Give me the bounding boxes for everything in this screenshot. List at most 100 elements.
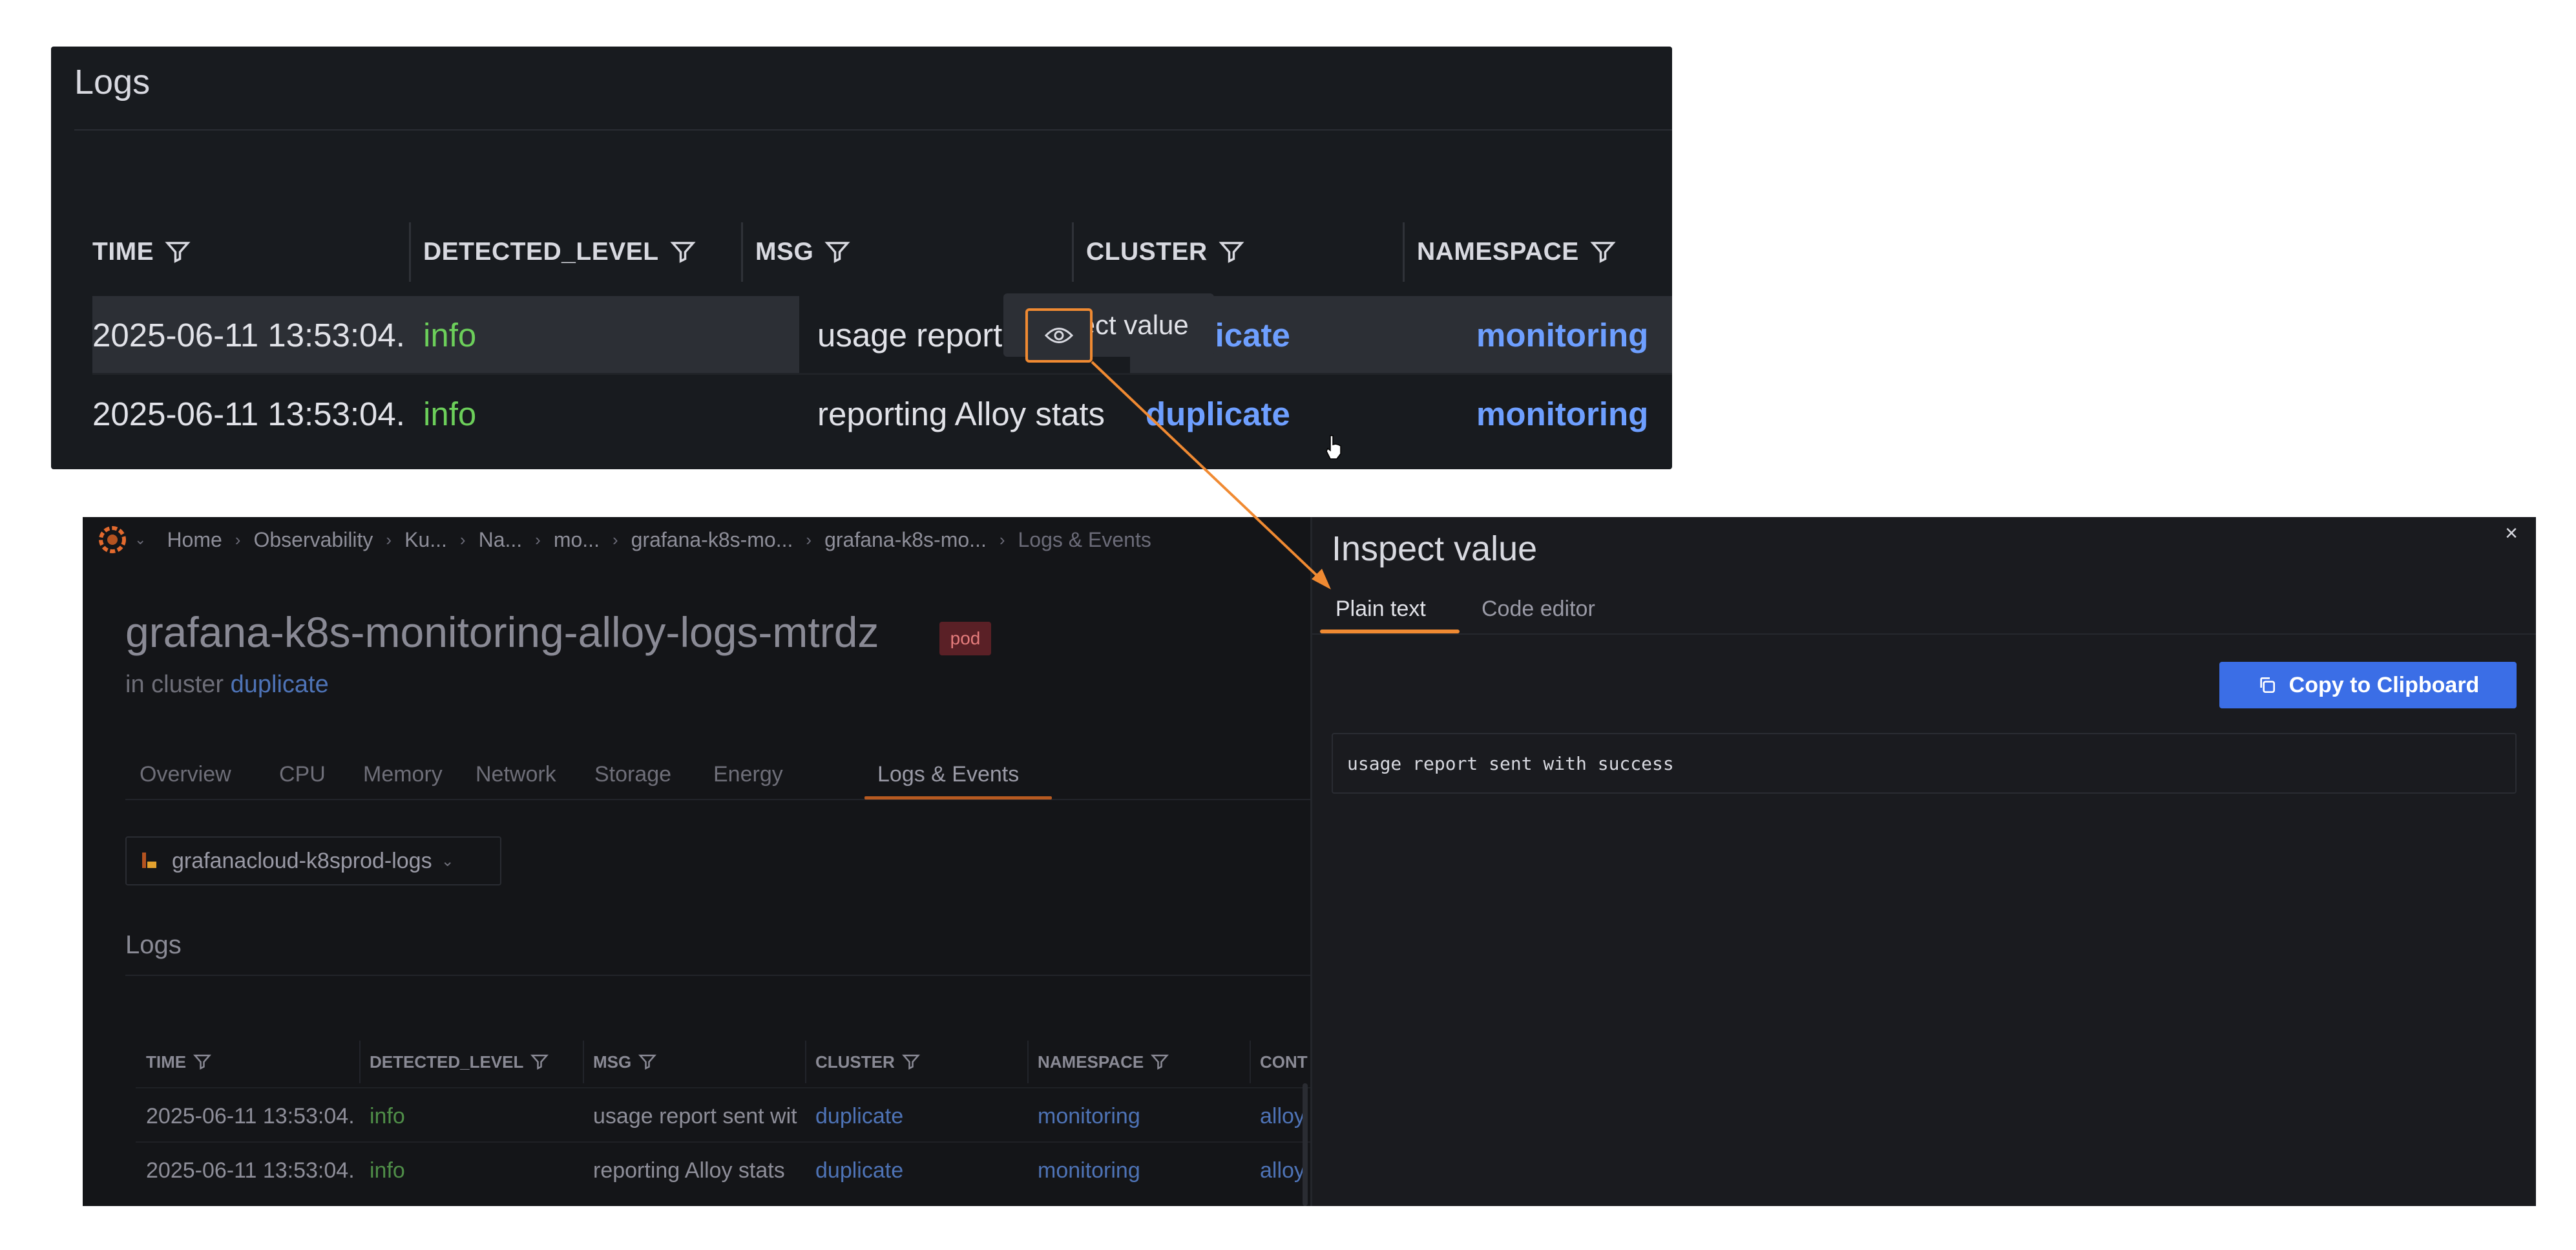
copy-button-label: Copy to Clipboard — [2288, 672, 2480, 697]
logs-panel-title: Logs — [125, 931, 182, 959]
tab-logs-events[interactable]: Logs & Events — [877, 748, 1019, 800]
zoom-header-cluster[interactable]: CLUSTER — [1086, 213, 1245, 291]
drawer-tabs-divider — [1312, 633, 2536, 635]
header-cluster[interactable]: CLUSTER — [815, 1046, 921, 1078]
active-tab-indicator — [864, 796, 1052, 800]
chevron-right-icon: › — [386, 529, 392, 549]
tab-energy[interactable]: Energy — [713, 748, 783, 800]
namespace-link[interactable]: monitoring — [1038, 1148, 1140, 1193]
tab-storage[interactable]: Storage — [594, 748, 671, 800]
column-separator[interactable] — [741, 222, 743, 282]
datasource-picker[interactable]: grafanacloud-k8sprod-logs ⌄ — [125, 836, 501, 885]
breadcrumb-item[interactable]: grafana-k8s-mo... — [824, 528, 987, 552]
tab-plain-text[interactable]: Plain text — [1335, 588, 1426, 630]
copy-to-clipboard-button[interactable]: Copy to Clipboard — [2219, 662, 2517, 708]
zoom-header-detected-level[interactable]: DETECTED_LEVEL — [423, 213, 696, 291]
drawer-title: Inspect value — [1332, 529, 1538, 568]
tabs-divider — [125, 799, 1353, 800]
filter-icon[interactable] — [638, 1052, 657, 1072]
breadcrumb-item[interactable]: mo... — [554, 528, 600, 552]
datasource-name: grafanacloud-k8sprod-logs — [172, 848, 432, 873]
level-cell: info — [423, 316, 477, 354]
inspect-value-drawer: Inspect value × Plain text Code editor C… — [1310, 517, 2536, 1206]
msg-cell[interactable]: usage report sent wit — [593, 1094, 797, 1139]
table-row[interactable]: 2025-06-11 13:53:04. info reporting Allo… — [92, 375, 1672, 452]
filter-icon[interactable] — [164, 238, 191, 266]
grafana-logo-icon[interactable] — [96, 523, 129, 556]
time-cell: 2025-06-11 13:53:04. — [92, 316, 405, 354]
tab-memory[interactable]: Memory — [363, 748, 443, 800]
cluster-link[interactable]: duplicate — [1146, 375, 1290, 452]
tab-overview[interactable]: Overview — [140, 748, 231, 800]
tab-cpu[interactable]: CPU — [279, 748, 326, 800]
copy-icon — [2260, 677, 2275, 693]
header-time[interactable]: TIME — [146, 1046, 212, 1078]
zoom-header-time[interactable]: TIME — [92, 213, 191, 291]
filter-icon[interactable] — [901, 1052, 921, 1072]
status-badge: pod — [939, 622, 991, 655]
filter-icon[interactable] — [669, 238, 696, 266]
zoomed-logs-panel: Logs TIME DETECTED_LEVEL MSG CLUSTER NAM… — [51, 47, 1672, 469]
loki-datasource-icon — [142, 853, 156, 868]
inspect-value-button[interactable] — [1025, 308, 1093, 363]
breadcrumb-item[interactable]: grafana-k8s-mo... — [631, 528, 793, 552]
close-icon[interactable]: × — [2505, 521, 2518, 546]
msg-cell[interactable]: reporting Alloy stats — [817, 375, 1105, 452]
chevron-right-icon: › — [806, 529, 812, 549]
table-row[interactable]: 2025-06-11 13:53:04. info usage report s… — [92, 296, 1672, 374]
filter-icon[interactable] — [824, 238, 851, 266]
breadcrumb-item[interactable]: Home — [167, 528, 222, 552]
cluster-link[interactable]: duplicate — [815, 1094, 903, 1139]
level-cell: info — [423, 395, 477, 432]
header-container[interactable]: CONT — [1260, 1046, 1308, 1078]
hand-cursor-icon — [1326, 435, 1341, 460]
filter-icon[interactable] — [530, 1052, 549, 1072]
column-separator[interactable] — [583, 1041, 584, 1083]
header-detected-level[interactable]: DETECTED_LEVEL — [370, 1046, 549, 1078]
filter-icon[interactable] — [1218, 238, 1245, 266]
column-separator[interactable] — [1250, 1041, 1251, 1083]
column-separator[interactable] — [359, 1041, 361, 1083]
eye-icon — [1045, 328, 1073, 343]
chevron-right-icon: › — [235, 529, 241, 549]
active-tab-indicator — [1320, 630, 1460, 633]
namespace-link[interactable]: monitoring — [1476, 296, 1648, 374]
zoom-header-namespace[interactable]: NAMESPACE — [1417, 213, 1617, 291]
header-msg[interactable]: MSG — [593, 1046, 657, 1078]
container-link[interactable]: alloy — [1260, 1148, 1305, 1193]
tab-network[interactable]: Network — [476, 748, 556, 800]
header-namespace[interactable]: NAMESPACE — [1038, 1046, 1169, 1078]
container-link[interactable]: alloy — [1260, 1094, 1305, 1139]
zoom-header-msg[interactable]: MSG — [755, 213, 851, 291]
filter-icon[interactable] — [193, 1052, 212, 1072]
row-divider — [136, 1087, 1363, 1088]
column-separator[interactable] — [1403, 222, 1405, 282]
breadcrumb-item[interactable]: Observability — [253, 528, 373, 552]
breadcrumb-item[interactable]: Na... — [479, 528, 523, 552]
zoom-logs-title: Logs — [74, 63, 151, 101]
vertical-scrollbar[interactable] — [1303, 1083, 1308, 1206]
chevron-right-icon: › — [999, 529, 1005, 549]
tab-code-editor[interactable]: Code editor — [1482, 588, 1595, 630]
page-tabs: Overview CPU Memory Network Storage Ener… — [125, 748, 1353, 800]
breadcrumb-item[interactable]: Ku... — [404, 528, 447, 552]
column-separator[interactable] — [1027, 1041, 1029, 1083]
row-divider — [136, 1141, 1363, 1143]
cluster-link[interactable]: duplicate — [815, 1148, 903, 1193]
cluster-link[interactable]: duplicate — [231, 671, 329, 698]
value-display[interactable]: usage report sent with success — [1332, 733, 2517, 794]
msg-cell[interactable]: reporting Alloy stats — [593, 1148, 785, 1193]
time-cell: 2025-06-11 13:53:04. — [146, 1158, 355, 1183]
page-subtitle: in cluster duplicate — [125, 671, 329, 699]
column-separator[interactable] — [1072, 222, 1074, 282]
column-separator[interactable] — [805, 1041, 806, 1083]
namespace-link[interactable]: monitoring — [1038, 1094, 1140, 1139]
filter-icon[interactable] — [1589, 238, 1617, 266]
time-cell: 2025-06-11 13:53:04. — [146, 1103, 355, 1128]
chevron-down-icon[interactable]: ⌄ — [134, 531, 146, 548]
column-separator[interactable] — [409, 222, 411, 282]
filter-icon[interactable] — [1150, 1052, 1169, 1072]
logs-divider — [125, 975, 1353, 976]
chevron-down-icon: ⌄ — [441, 852, 454, 870]
namespace-link[interactable]: monitoring — [1476, 375, 1648, 452]
